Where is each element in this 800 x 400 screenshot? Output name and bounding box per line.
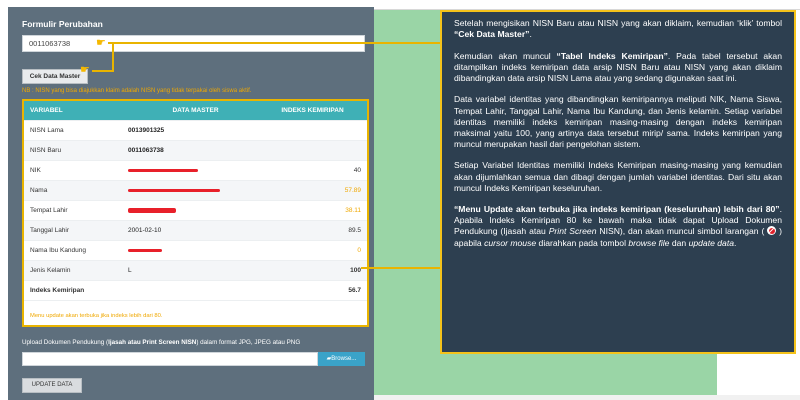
column-header-master: DATA MASTER <box>172 106 219 114</box>
row-variable: NISN Baru <box>30 146 62 154</box>
upload-label-bold: Ijasah atau Print Screen NISN <box>108 339 197 346</box>
row-variable: Jenis Kelamin <box>30 266 71 274</box>
row-variable: Tempat Lahir <box>30 206 68 214</box>
upload-label-prefix: Upload Dokumen Pendukung ( <box>22 339 109 346</box>
row-variable: Nama Ibu Kandung <box>30 246 87 254</box>
browse-file-button[interactable]: ▰Browse... <box>318 352 365 366</box>
connector-line <box>112 42 114 72</box>
background-bottom-strip <box>372 395 800 400</box>
change-form-panel: Formulir Perubahan Cek Data Master NB : … <box>8 7 374 400</box>
hand-pointer-icon: ☛ <box>80 64 90 76</box>
connector-line <box>92 70 114 72</box>
callout-paragraph: Setelah mengisikan NISN Baru atau NISN y… <box>454 18 782 40</box>
similarity-index-table: VARIABEL DATA MASTER INDEKS KEMIRIPAN NI… <box>22 99 369 327</box>
row-master: 0013901325 <box>128 126 165 134</box>
row-master: L <box>128 266 132 274</box>
table-row-overall: Indeks Kemiripan 56.7 <box>24 281 367 301</box>
browse-label: Browse... <box>331 356 357 362</box>
table-row: Tempat Lahir 38.11 <box>24 201 367 221</box>
table-row: Nama 57.89 <box>24 181 367 201</box>
redaction-mark <box>128 188 220 192</box>
callout-paragraph: “Menu Update akan terbuka jika indeks ke… <box>454 204 782 248</box>
column-header-variable: VARIABEL <box>30 106 63 114</box>
row-index: 57.89 <box>344 186 361 194</box>
form-title: Formulir Perubahan <box>22 19 103 29</box>
instruction-callout: Setelah mengisikan NISN Baru atau NISN y… <box>440 10 796 354</box>
check-master-data-button[interactable]: Cek Data Master <box>22 69 88 84</box>
row-master-redacted <box>128 181 263 200</box>
row-master-redacted <box>128 201 263 220</box>
table-row: Nama Ibu Kandung 0 <box>24 241 367 261</box>
row-master-redacted <box>128 161 263 180</box>
row-variable: NIK <box>30 166 41 174</box>
row-master: 0011063738 <box>128 146 164 154</box>
row-index: 100 <box>350 266 361 274</box>
redaction-mark <box>128 248 162 252</box>
callout-paragraph: Data variabel identitas yang dibandingka… <box>454 94 782 149</box>
callout-paragraph: Kemudian akan muncul “Tabel Indeks Kemir… <box>454 50 782 83</box>
redaction-mark <box>128 207 176 213</box>
hand-pointer-icon: ☛ <box>96 37 106 49</box>
redaction-mark <box>128 168 198 172</box>
ban-icon <box>767 226 777 236</box>
table-row: Tanggal Lahir 2001-02-10 89.5 <box>24 221 367 241</box>
row-variable: Nama <box>30 186 48 194</box>
overall-value: 56.7 <box>348 286 361 294</box>
nisn-note: NB : NISN yang bisa diajukkan klaim adal… <box>22 88 252 94</box>
table-row: Jenis Kelamin L 100 <box>24 261 367 281</box>
row-master: 2001-02-10 <box>128 226 162 234</box>
table-row: NIK 40 <box>24 161 367 181</box>
row-index: 0 <box>357 246 361 254</box>
row-master-redacted <box>128 241 263 260</box>
upload-file-field[interactable] <box>22 352 318 366</box>
column-header-index: INDEKS KEMIRIPAN <box>281 106 344 114</box>
row-variable: Tanggal Lahir <box>30 226 70 234</box>
table-header: VARIABEL DATA MASTER INDEKS KEMIRIPAN <box>24 101 367 121</box>
row-variable: NISN Lama <box>30 126 64 134</box>
table-row: NISN Lama 0013901325 <box>24 121 367 141</box>
row-index: 38.11 <box>345 206 361 214</box>
upload-label: Upload Dokumen Pendukung (Ijasah atau Pr… <box>22 339 300 346</box>
update-menu-note: Menu update akan terbuka jika indeks leb… <box>30 313 163 319</box>
connector-line <box>108 42 440 44</box>
update-data-button[interactable]: UPDATE DATA <box>22 378 82 393</box>
table-row: NISN Baru 0011063738 <box>24 141 367 161</box>
connector-line <box>361 267 440 269</box>
row-index: 89.5 <box>348 226 361 234</box>
overall-label: Indeks Kemiripan <box>30 286 85 294</box>
row-index: 40 <box>353 166 361 174</box>
callout-paragraph: Setiap Variabel Identitas memiliki Indek… <box>454 160 782 193</box>
upload-label-suffix: ) dalam format JPG, JPEG atau PNG <box>196 339 301 346</box>
